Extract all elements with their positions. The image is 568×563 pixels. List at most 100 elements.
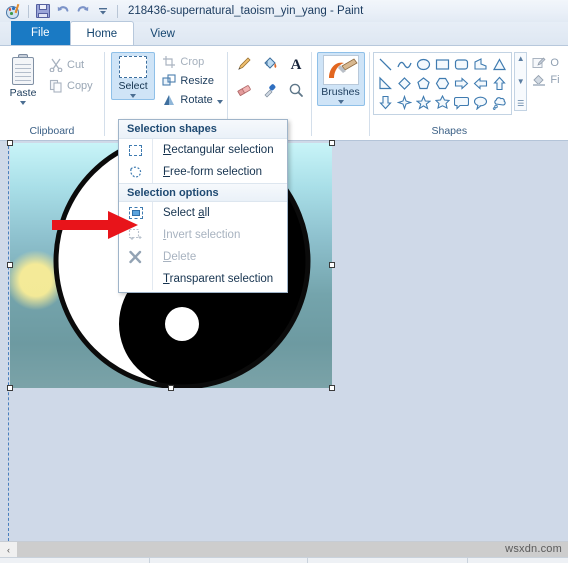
paintbrush-icon	[322, 55, 359, 85]
four-point-star-shape[interactable]	[395, 93, 414, 112]
chevron-down-icon	[99, 8, 107, 15]
right-arrow-shape[interactable]	[452, 74, 471, 93]
select-dropdown-caret-icon[interactable]	[130, 94, 137, 98]
selection-handle-se[interactable]	[329, 385, 335, 391]
shapes-scrollbar[interactable]: ▲ ▼ ☰	[514, 52, 528, 111]
menu-item-select-all[interactable]: Select all	[119, 202, 287, 224]
selection-handle-nw[interactable]	[7, 140, 13, 146]
cut-button[interactable]: Cut	[46, 56, 96, 74]
select-label: Select	[118, 80, 148, 92]
cloud-callout-shape[interactable]	[490, 93, 509, 112]
rounded-rectangle-shape[interactable]	[452, 55, 471, 74]
copy-button[interactable]: Copy	[46, 77, 96, 95]
redo-button[interactable]	[73, 2, 93, 20]
save-button[interactable]	[33, 2, 53, 20]
title-separator-1	[28, 4, 29, 18]
ribbon-group-colors: O Fi	[528, 46, 568, 140]
pencil-tool[interactable]	[232, 52, 256, 76]
tab-file[interactable]: File	[11, 21, 70, 45]
paste-button[interactable]: Paste	[0, 52, 46, 105]
select-button[interactable]: Select	[110, 52, 156, 100]
rectangle-shape[interactable]	[433, 55, 452, 74]
menu-item-delete[interactable]: Delete	[119, 246, 287, 268]
menu-item-transparent-selection[interactable]: Transparent selection	[119, 268, 287, 290]
dashed-rectangle-icon	[119, 56, 148, 78]
diamond-shape[interactable]	[395, 74, 414, 93]
shapes-more-icon[interactable]: ☰	[517, 100, 524, 108]
customize-qat-button[interactable]	[93, 2, 113, 20]
color-picker-tool[interactable]	[258, 78, 282, 102]
colors-group-label	[528, 124, 568, 140]
brushes-button[interactable]: Brushes	[316, 52, 365, 106]
status-bar	[0, 557, 568, 563]
ribbon-tabstrip: File Home View	[0, 21, 568, 46]
outline-pencil-icon	[532, 57, 546, 68]
menu-item-invert-selection[interactable]: Invert selection	[119, 224, 287, 246]
title-bar: 218436-supernatural_taoism_yin_yang - Pa…	[0, 0, 568, 22]
selection-handle-w[interactable]	[7, 262, 13, 268]
rotate-dropdown-caret-icon[interactable]	[216, 100, 223, 104]
svg-text:A: A	[290, 57, 301, 73]
scroll-left-button[interactable]: ‹	[0, 541, 17, 558]
menu-item-label: Invert selection	[163, 229, 241, 241]
selection-handle-ne[interactable]	[329, 140, 335, 146]
line-shape[interactable]	[376, 55, 395, 74]
select-dropdown-menu[interactable]: Selection shapes Rectangular selection F…	[118, 119, 288, 293]
resize-button[interactable]: Resize	[158, 72, 226, 90]
crop-label: Crop	[180, 56, 205, 68]
scroll-thumb[interactable]	[17, 541, 568, 558]
fill-tool[interactable]	[258, 52, 282, 76]
shapes-gallery[interactable]	[373, 52, 513, 115]
menu-header-selection-shapes: Selection shapes	[119, 120, 287, 139]
selection-dashed-left-edge	[8, 141, 9, 541]
curve-shape[interactable]	[395, 55, 414, 74]
rounded-callout-shape[interactable]	[452, 93, 471, 112]
tab-view[interactable]: View	[134, 22, 191, 45]
shapes-scroll-down-icon[interactable]: ▼	[517, 77, 525, 86]
delete-x-icon	[119, 246, 153, 268]
undo-button[interactable]	[53, 2, 73, 20]
tab-home[interactable]: Home	[69, 21, 135, 45]
down-arrow-shape[interactable]	[376, 93, 395, 112]
triangle-shape[interactable]	[490, 55, 509, 74]
ribbon-group-clipboard: Paste Cut Copy Clipboard	[0, 46, 104, 140]
rotate-label: Rotate	[180, 94, 213, 106]
pencil-icon	[238, 57, 251, 70]
scroll-track[interactable]: wsxdn.com	[17, 541, 568, 558]
scissors-icon	[49, 58, 63, 72]
selection-handle-s[interactable]	[168, 385, 174, 391]
pentagon-shape[interactable]	[414, 74, 433, 93]
brushes-dropdown-caret-icon[interactable]	[337, 100, 344, 104]
rotate-icon	[164, 95, 175, 105]
eraser-tool[interactable]	[232, 78, 256, 102]
fill-button[interactable]: Fi	[532, 73, 560, 87]
crop-button[interactable]: Crop	[158, 53, 226, 71]
six-point-star-shape[interactable]	[433, 93, 452, 112]
fill-bucket-icon	[533, 74, 546, 86]
polygon-shape[interactable]	[471, 55, 490, 74]
dashed-freeform-icon	[119, 161, 153, 183]
brushes-group-label	[312, 124, 369, 140]
hexagon-shape[interactable]	[433, 74, 452, 93]
paint-palette-icon[interactable]	[4, 2, 24, 20]
up-arrow-shape[interactable]	[490, 74, 509, 93]
shapes-scroll-up-icon[interactable]: ▲	[517, 55, 525, 63]
left-arrow-shape[interactable]	[471, 74, 490, 93]
menu-item-free-form-selection[interactable]: Free-form selection	[119, 161, 287, 183]
text-tool[interactable]: A	[284, 52, 308, 76]
oval-callout-shape[interactable]	[471, 93, 490, 112]
paint-bucket-icon	[264, 57, 277, 69]
status-cell-selection	[308, 558, 468, 563]
selection-handle-sw[interactable]	[7, 385, 13, 391]
menu-item-rectangular-selection[interactable]: Rectangular selection	[119, 139, 287, 161]
five-point-star-shape[interactable]	[414, 93, 433, 112]
redo-arrow-icon	[77, 6, 89, 12]
horizontal-scrollbar[interactable]: ‹ wsxdn.com	[0, 541, 568, 558]
outline-button[interactable]: O	[532, 56, 559, 70]
rotate-button[interactable]: Rotate	[158, 91, 226, 109]
paste-dropdown-caret-icon[interactable]	[20, 101, 26, 105]
oval-shape[interactable]	[414, 55, 433, 74]
selection-handle-e[interactable]	[329, 262, 335, 268]
magnifier-tool[interactable]	[284, 78, 308, 102]
right-triangle-shape[interactable]	[376, 74, 395, 93]
